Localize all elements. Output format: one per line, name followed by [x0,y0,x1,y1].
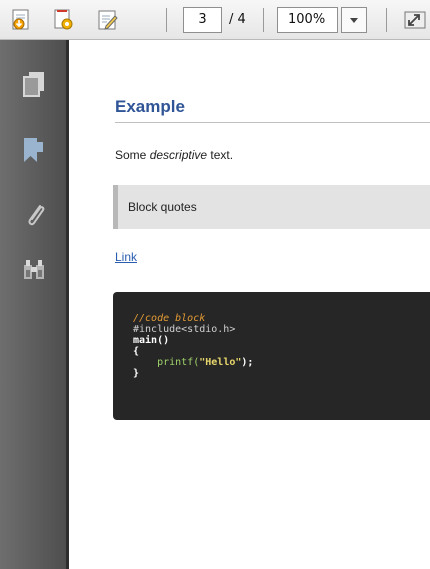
code-printf-line: printf("Hello"); [133,357,430,368]
code-close-paren: ); [241,357,254,368]
document-page: Example Some descriptive text. Block quo… [69,40,430,569]
toolbar-separator [386,8,387,32]
find-icon[interactable] [22,256,46,284]
zoom-input[interactable]: 100% [277,7,338,33]
code-string: "Hello" [199,357,242,368]
bookmark-icon[interactable] [22,136,46,164]
code-close-brace: } [133,368,140,379]
code-include: #include<stdio.h> [133,324,236,335]
paragraph-emphasis: descriptive [149,148,208,162]
left-navigation-panel [0,40,66,569]
heading-rule [115,122,430,123]
download-document-icon[interactable] [9,8,33,32]
attachment-icon[interactable] [22,200,46,228]
paragraph-text: Some [115,148,150,162]
code-open-brace: { [133,346,140,357]
zoom-dropdown-button[interactable] [341,7,367,33]
toolbar-separator [263,8,264,32]
chevron-down-icon [350,18,358,23]
block-quote: Block quotes [113,185,430,229]
toolbar-separator [166,8,167,32]
document-settings-icon[interactable] [52,8,76,32]
page-heading: Example [115,97,185,116]
toolbar: 3 / 4 100% [0,0,430,40]
pages-icon[interactable] [22,70,46,98]
code-comment: //code block [133,313,206,324]
code-block: //code block #include<stdio.h> main() { … [113,292,430,420]
code-printf: printf( [157,357,200,368]
paragraph-text: text. [207,148,234,162]
code-main: main() [133,335,170,346]
document-link[interactable]: Link [115,250,137,264]
page-total-label: / 4 [229,12,246,27]
fullscreen-icon[interactable] [403,8,427,32]
paragraph: Some descriptive text. [115,148,233,162]
edit-document-icon[interactable] [96,8,120,32]
current-page-input[interactable]: 3 [183,7,222,33]
